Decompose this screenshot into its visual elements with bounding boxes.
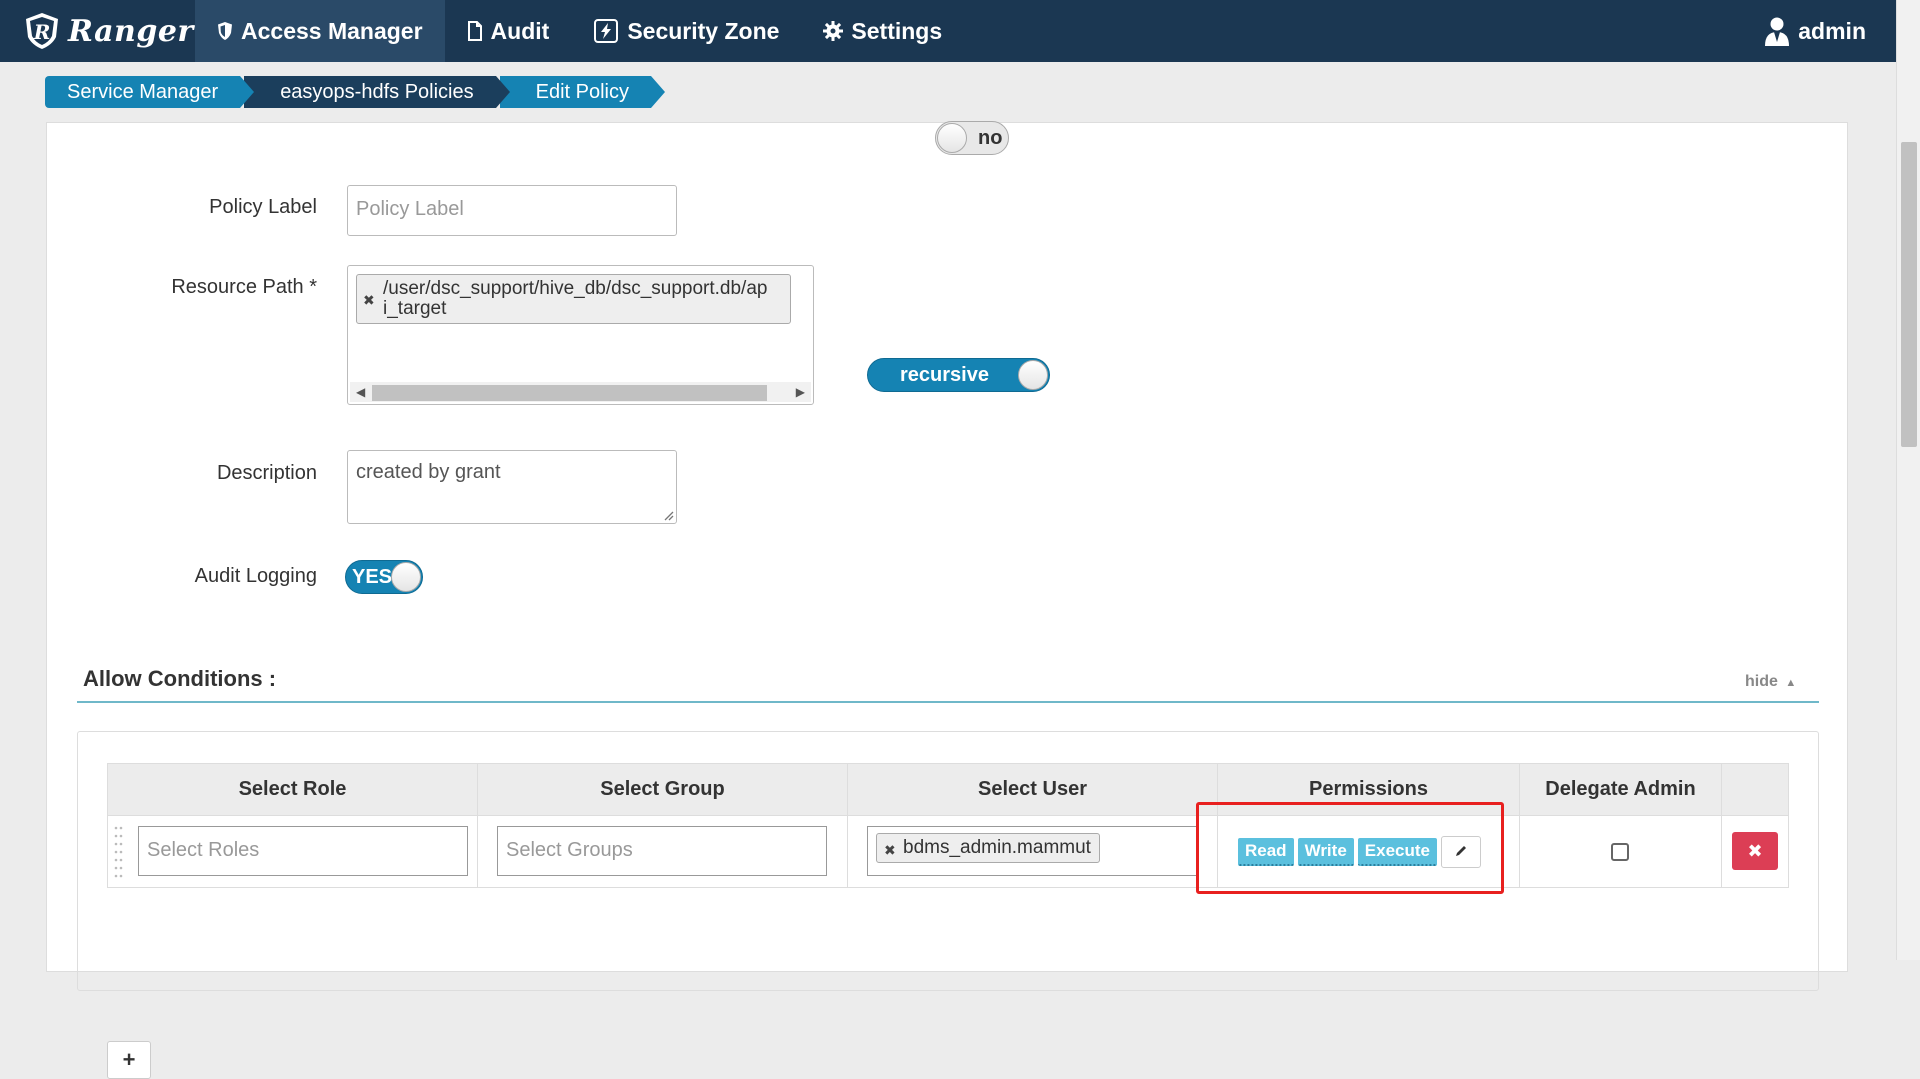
- hide-allow-conditions-link[interactable]: hide ▲: [1745, 673, 1796, 691]
- toggle-knob: [391, 562, 421, 592]
- recursive-toggle[interactable]: recursive: [867, 358, 1050, 392]
- caret-up-icon: ▲: [1782, 677, 1797, 689]
- column-header-select-user: Select User: [847, 763, 1218, 816]
- user-icon: [1765, 17, 1790, 46]
- scroll-left-icon[interactable]: ◀: [356, 385, 365, 399]
- gear-icon: [823, 21, 844, 41]
- resource-path-scrollbar-thumb[interactable]: [372, 385, 767, 401]
- nav-security-zone[interactable]: Security Zone: [571, 0, 801, 62]
- breadcrumb-service-manager[interactable]: Service Manager: [45, 76, 255, 108]
- delete-row-button[interactable]: ✖: [1732, 832, 1778, 870]
- top-navbar: R Ranger Access Manager Audit Security Z…: [0, 0, 1896, 62]
- remove-tag-icon[interactable]: ✖: [363, 290, 375, 310]
- pencil-icon: [1455, 846, 1466, 857]
- allow-conditions-title: Allow Conditions :: [83, 666, 277, 691]
- resource-path-input[interactable]: ✖ /user/dsc_support/hive_db/dsc_support.…: [347, 265, 814, 405]
- resize-grip-icon[interactable]: [662, 509, 674, 521]
- policy-label-input[interactable]: Policy Label: [347, 185, 677, 236]
- lightning-icon: [594, 19, 619, 43]
- audit-logging-toggle-label: YES: [352, 566, 393, 588]
- brand[interactable]: R Ranger: [0, 0, 195, 62]
- table-header-row: Select Role Select Group Select User Per…: [107, 763, 1789, 816]
- policy-status-toggle-label: no: [978, 127, 1003, 149]
- resource-path-scrollbar[interactable]: ◀ ▶: [350, 382, 811, 402]
- description-value: created by grant: [356, 461, 501, 483]
- remove-tag-icon[interactable]: ✖: [884, 840, 896, 860]
- resource-path-line1: /user/dsc_support/hive_db/dsc_support.db…: [383, 278, 768, 299]
- column-header-permissions: Permissions: [1217, 763, 1520, 816]
- permissions-cell: Read Write Execute: [1217, 815, 1520, 888]
- breadcrumb-edit-policy[interactable]: Edit Policy: [499, 76, 666, 108]
- breadcrumb-policies[interactable]: easyops-hdfs Policies: [244, 76, 511, 108]
- group-cell: Select Groups: [477, 815, 848, 888]
- select-users-input[interactable]: ✖ bdms_admin.mammut: [867, 826, 1197, 876]
- shield-icon: [218, 22, 232, 40]
- role-cell: Select Roles: [107, 815, 478, 888]
- hide-link-label: hide: [1745, 673, 1778, 690]
- file-icon: [467, 21, 482, 41]
- delegate-admin-cell: [1519, 815, 1722, 888]
- add-condition-button[interactable]: +: [107, 1041, 151, 1079]
- permission-tag-read[interactable]: Read: [1238, 837, 1294, 866]
- toggle-knob: [937, 123, 967, 153]
- recursive-toggle-label: recursive: [900, 364, 989, 386]
- breadcrumb: Service Manager easyops-hdfs Policies Ed…: [45, 76, 666, 108]
- nav-security-zone-label: Security Zone: [627, 17, 780, 44]
- edit-permissions-button[interactable]: [1440, 835, 1481, 868]
- resource-path-tag: ✖ /user/dsc_support/hive_db/dsc_support.…: [356, 274, 791, 324]
- page-scrollbar[interactable]: [1896, 0, 1920, 960]
- close-icon: ✖: [1747, 841, 1763, 861]
- audit-logging-toggle[interactable]: YES: [345, 560, 423, 594]
- nav-settings[interactable]: Settings: [801, 0, 964, 62]
- scroll-right-icon[interactable]: ▶: [796, 385, 805, 399]
- section-divider: [77, 701, 1819, 703]
- allow-conditions-table: Select Role Select Group Select User Per…: [107, 763, 1789, 888]
- toggle-knob: [1018, 360, 1048, 390]
- drag-handle-icon[interactable]: [114, 824, 124, 880]
- delegate-admin-checkbox[interactable]: [1611, 843, 1629, 861]
- page-scrollbar-thumb[interactable]: [1901, 142, 1917, 447]
- brand-name: Ranger: [68, 13, 194, 49]
- policy-form-panel: no Policy Label Policy Label Resource Pa…: [46, 121, 1848, 1079]
- resource-path-label: Resource Path *: [171, 276, 317, 298]
- user-cell: ✖ bdms_admin.mammut: [847, 815, 1218, 888]
- nav-access-manager[interactable]: Access Manager: [195, 0, 445, 62]
- policy-label-label: Policy Label: [209, 196, 317, 218]
- column-header-delegate-admin: Delegate Admin: [1519, 763, 1722, 816]
- user-tag: ✖ bdms_admin.mammut: [876, 833, 1100, 863]
- audit-logging-label: Audit Logging: [194, 565, 317, 587]
- ranger-logo-icon: R: [26, 13, 58, 49]
- actions-cell: ✖: [1721, 815, 1789, 888]
- table-row: Select Roles Select Groups ✖ bdms_admin.…: [107, 815, 1789, 888]
- user-name: admin: [1798, 17, 1866, 44]
- select-groups-input[interactable]: Select Groups: [497, 826, 827, 876]
- description-label: Description: [216, 462, 317, 484]
- resource-path-line2: i_target: [383, 298, 447, 319]
- nav-audit-label: Audit: [490, 17, 550, 44]
- user-tag-label: bdms_admin.mammut: [903, 837, 1091, 858]
- description-textarea[interactable]: created by grant: [347, 450, 677, 524]
- nav-access-manager-label: Access Manager: [241, 17, 423, 44]
- column-header-select-role: Select Role: [107, 763, 478, 816]
- nav-settings-label: Settings: [851, 17, 943, 44]
- column-header-actions: [1721, 763, 1789, 816]
- permission-tag-execute[interactable]: Execute: [1357, 837, 1437, 866]
- column-header-select-group: Select Group: [477, 763, 848, 816]
- svg-text:R: R: [33, 20, 51, 44]
- select-roles-input[interactable]: Select Roles: [138, 826, 468, 876]
- policy-status-toggle[interactable]: no: [935, 121, 1009, 155]
- permission-tag-write[interactable]: Write: [1297, 837, 1354, 866]
- nav-user-menu[interactable]: admin: [1742, 0, 1896, 62]
- nav-audit[interactable]: Audit: [445, 0, 572, 62]
